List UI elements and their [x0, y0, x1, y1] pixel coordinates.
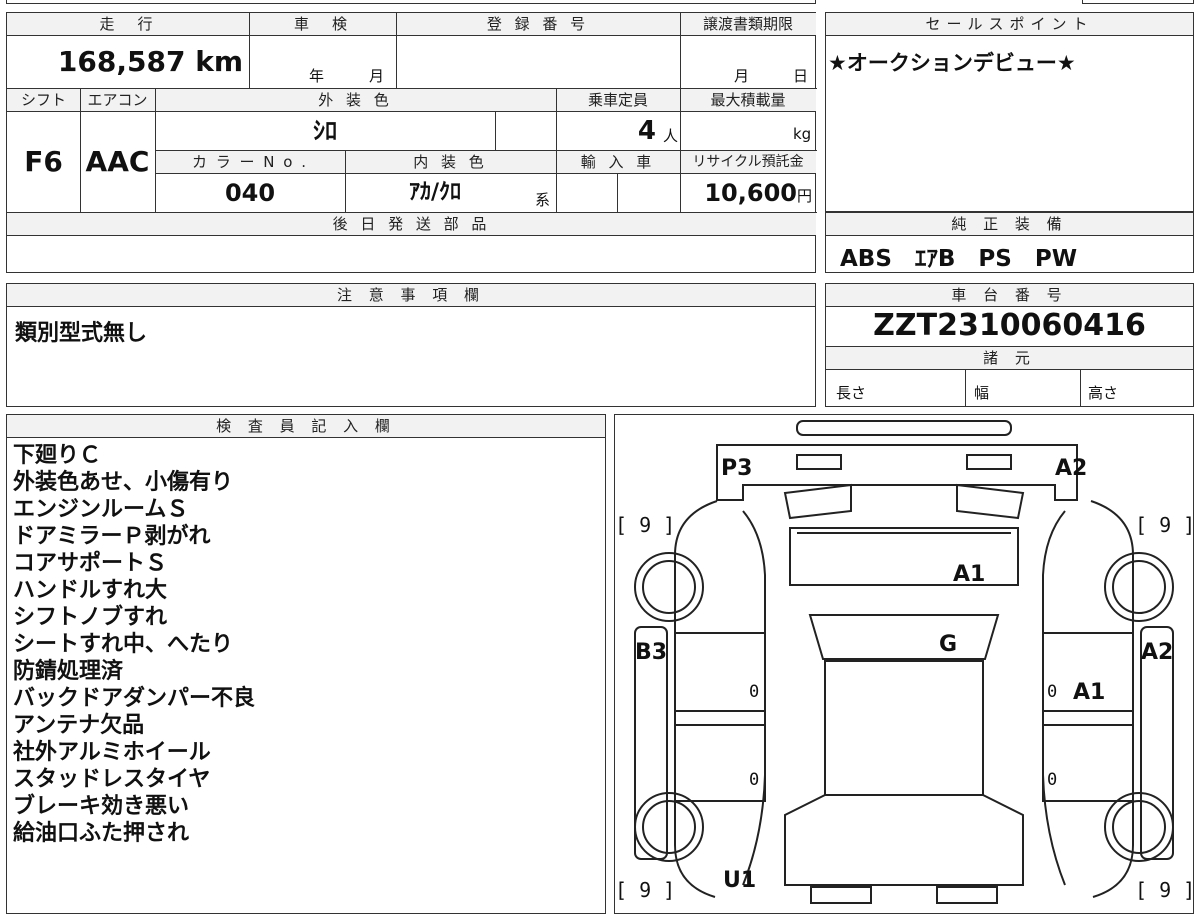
mark-a1-right: A1 — [1073, 680, 1105, 705]
color-label: 外 装 色 — [155, 89, 556, 112]
colorno-value: 040 — [224, 179, 276, 207]
recycle-label: リサイクル預託金 — [680, 151, 816, 174]
capacity-label: 乗車定員 — [556, 89, 680, 112]
tire-bottom-right: [ 9 ] — [1135, 878, 1193, 902]
zero-left-2: 0 — [749, 770, 759, 790]
capacity-value: 4 — [637, 116, 656, 146]
height-label: 高さ — [1088, 384, 1119, 402]
inspector-line: 下廻りＣ — [13, 443, 102, 468]
inspector-line: アンテナ欠品 — [13, 713, 145, 738]
inspector-line: 社外アルミホイール — [13, 740, 211, 765]
notes-text: 類別型式無し — [15, 321, 148, 346]
car-diagram-box: P3 A2 A1 G B3 A2 A1 U1 [ 9 ] [ 9 ] [ 9 ]… — [614, 414, 1194, 914]
top-strip-right — [1082, 0, 1194, 4]
inspector-line: 給油口ふた押され — [13, 821, 190, 846]
interior-value: ｱｶ/ｸﾛ — [408, 180, 462, 205]
mileage-number: 168,587 — [57, 45, 186, 78]
equipment-label: 純 正 装 備 — [826, 213, 1193, 236]
transfer-month: 月 — [734, 67, 750, 85]
inspector-lines: 下廻りＣ 外装色あせ、小傷有り エンジンルームＳ ドアミラーＰ剥がれ コアサポートＳ ハン… — [13, 442, 255, 847]
aircon-label: エアコン — [80, 89, 155, 112]
interior-label: 内 装 色 — [345, 151, 556, 174]
interior-suffix: 系 — [535, 191, 551, 209]
import-label: 輸 入 車 — [556, 151, 680, 174]
mark-a2-right: A2 — [1141, 640, 1173, 665]
mark-a1-hood: A1 — [953, 562, 985, 587]
recycle-number: 10,600 — [704, 179, 797, 207]
notes-label: 注 意 事 項 欄 — [7, 284, 815, 307]
chassis-number: ZZT2310060416 — [873, 308, 1146, 343]
mark-b3: B3 — [635, 640, 667, 665]
spec-label: 諸 元 — [826, 347, 1193, 370]
inspector-label: 検 査 員 記 入 欄 — [7, 415, 605, 438]
mileage-label: 走 行 — [7, 13, 249, 36]
tire-top-right: [ 9 ] — [1135, 513, 1193, 537]
mileage-value: 168,587 km — [7, 36, 249, 88]
mark-a2-top: A2 — [1055, 456, 1087, 481]
inspector-line: シートすれ中、へたり — [13, 632, 234, 657]
shift-value: F6 — [24, 145, 63, 178]
aircon-value: AAC — [85, 145, 150, 178]
mark-g: G — [939, 632, 957, 657]
sales-point-label: セールスポイント — [826, 13, 1193, 36]
tire-bottom-left: [ 9 ] — [615, 878, 675, 902]
mileage-unit: km — [195, 45, 243, 78]
inspector-line: 外装色あせ、小傷有り — [13, 470, 234, 495]
top-strip-left — [6, 0, 816, 4]
inspector-line: コアサポートＳ — [13, 551, 168, 576]
notes-box: 注 意 事 項 欄 類別型式無し — [6, 283, 816, 407]
mark-u1: U1 — [723, 868, 756, 893]
maxload-unit: kg — [793, 125, 812, 143]
inspector-line: バックドアダンパー不良 — [13, 686, 256, 711]
inspector-line: ブレーキ効き悪い — [13, 794, 190, 819]
transfer-day: 日 — [793, 67, 809, 85]
equipment-box: 純 正 装 備 ABS ｴｱB PS PW — [825, 212, 1194, 273]
registration-label: 登 録 番 号 — [396, 13, 680, 36]
vehicle-info-table: 走 行 車 検 登 録 番 号 譲渡書類期限 168,587 km 年 月 月 … — [6, 12, 817, 273]
length-label: 長さ — [836, 384, 867, 402]
zero-right-2: 0 — [1047, 770, 1057, 790]
recycle-unit: 円 — [796, 187, 812, 205]
colorno-label: カ ラ ー N o . — [155, 151, 345, 174]
mark-p3: P3 — [721, 456, 752, 481]
zero-left-1: 0 — [749, 682, 759, 702]
sales-point-box: セールスポイント ★オークションデビュー★ — [825, 12, 1194, 212]
shift-label: シフト — [7, 89, 80, 112]
chassis-box: 車 台 番 号 ZZT2310060416 諸 元 長さ 幅 高さ — [825, 283, 1194, 407]
shaken-month: 月 — [369, 67, 385, 85]
parts-label: 後 日 発 送 部 品 — [7, 213, 816, 236]
inspector-line: ドアミラーＰ剥がれ — [13, 524, 211, 549]
recycle-value: 10,600円 — [680, 174, 816, 212]
transfer-deadline-label: 譲渡書類期限 — [680, 13, 816, 36]
width-label: 幅 — [974, 384, 990, 402]
zero-right-1: 0 — [1047, 682, 1057, 702]
chassis-label: 車 台 番 号 — [826, 284, 1193, 307]
inspector-line: スタッドレスタイヤ — [13, 767, 211, 792]
inspector-line: 防錆処理済 — [13, 659, 124, 684]
shaken-label: 車 検 — [249, 13, 396, 36]
shaken-year: 年 — [309, 67, 325, 85]
inspector-line: エンジンルームＳ — [13, 497, 189, 522]
sales-point-text: ★オークションデビュー★ — [828, 51, 1076, 75]
equipment-text: ABS ｴｱB PS PW — [840, 246, 1078, 272]
maxload-label: 最大積載量 — [680, 89, 816, 112]
tire-top-left: [ 9 ] — [615, 513, 675, 537]
color-value: ｼﾛ — [313, 117, 337, 145]
inspector-line: ハンドルすれ大 — [13, 578, 168, 603]
capacity-unit: 人 — [663, 127, 679, 145]
inspector-box: 検 査 員 記 入 欄 下廻りＣ 外装色あせ、小傷有り エンジンルームＳ ドアミラーＰ… — [6, 414, 606, 914]
inspector-line: シフトノブすれ — [13, 605, 168, 630]
car-diagram: P3 A2 A1 G B3 A2 A1 U1 [ 9 ] [ 9 ] [ 9 ]… — [615, 420, 1193, 904]
